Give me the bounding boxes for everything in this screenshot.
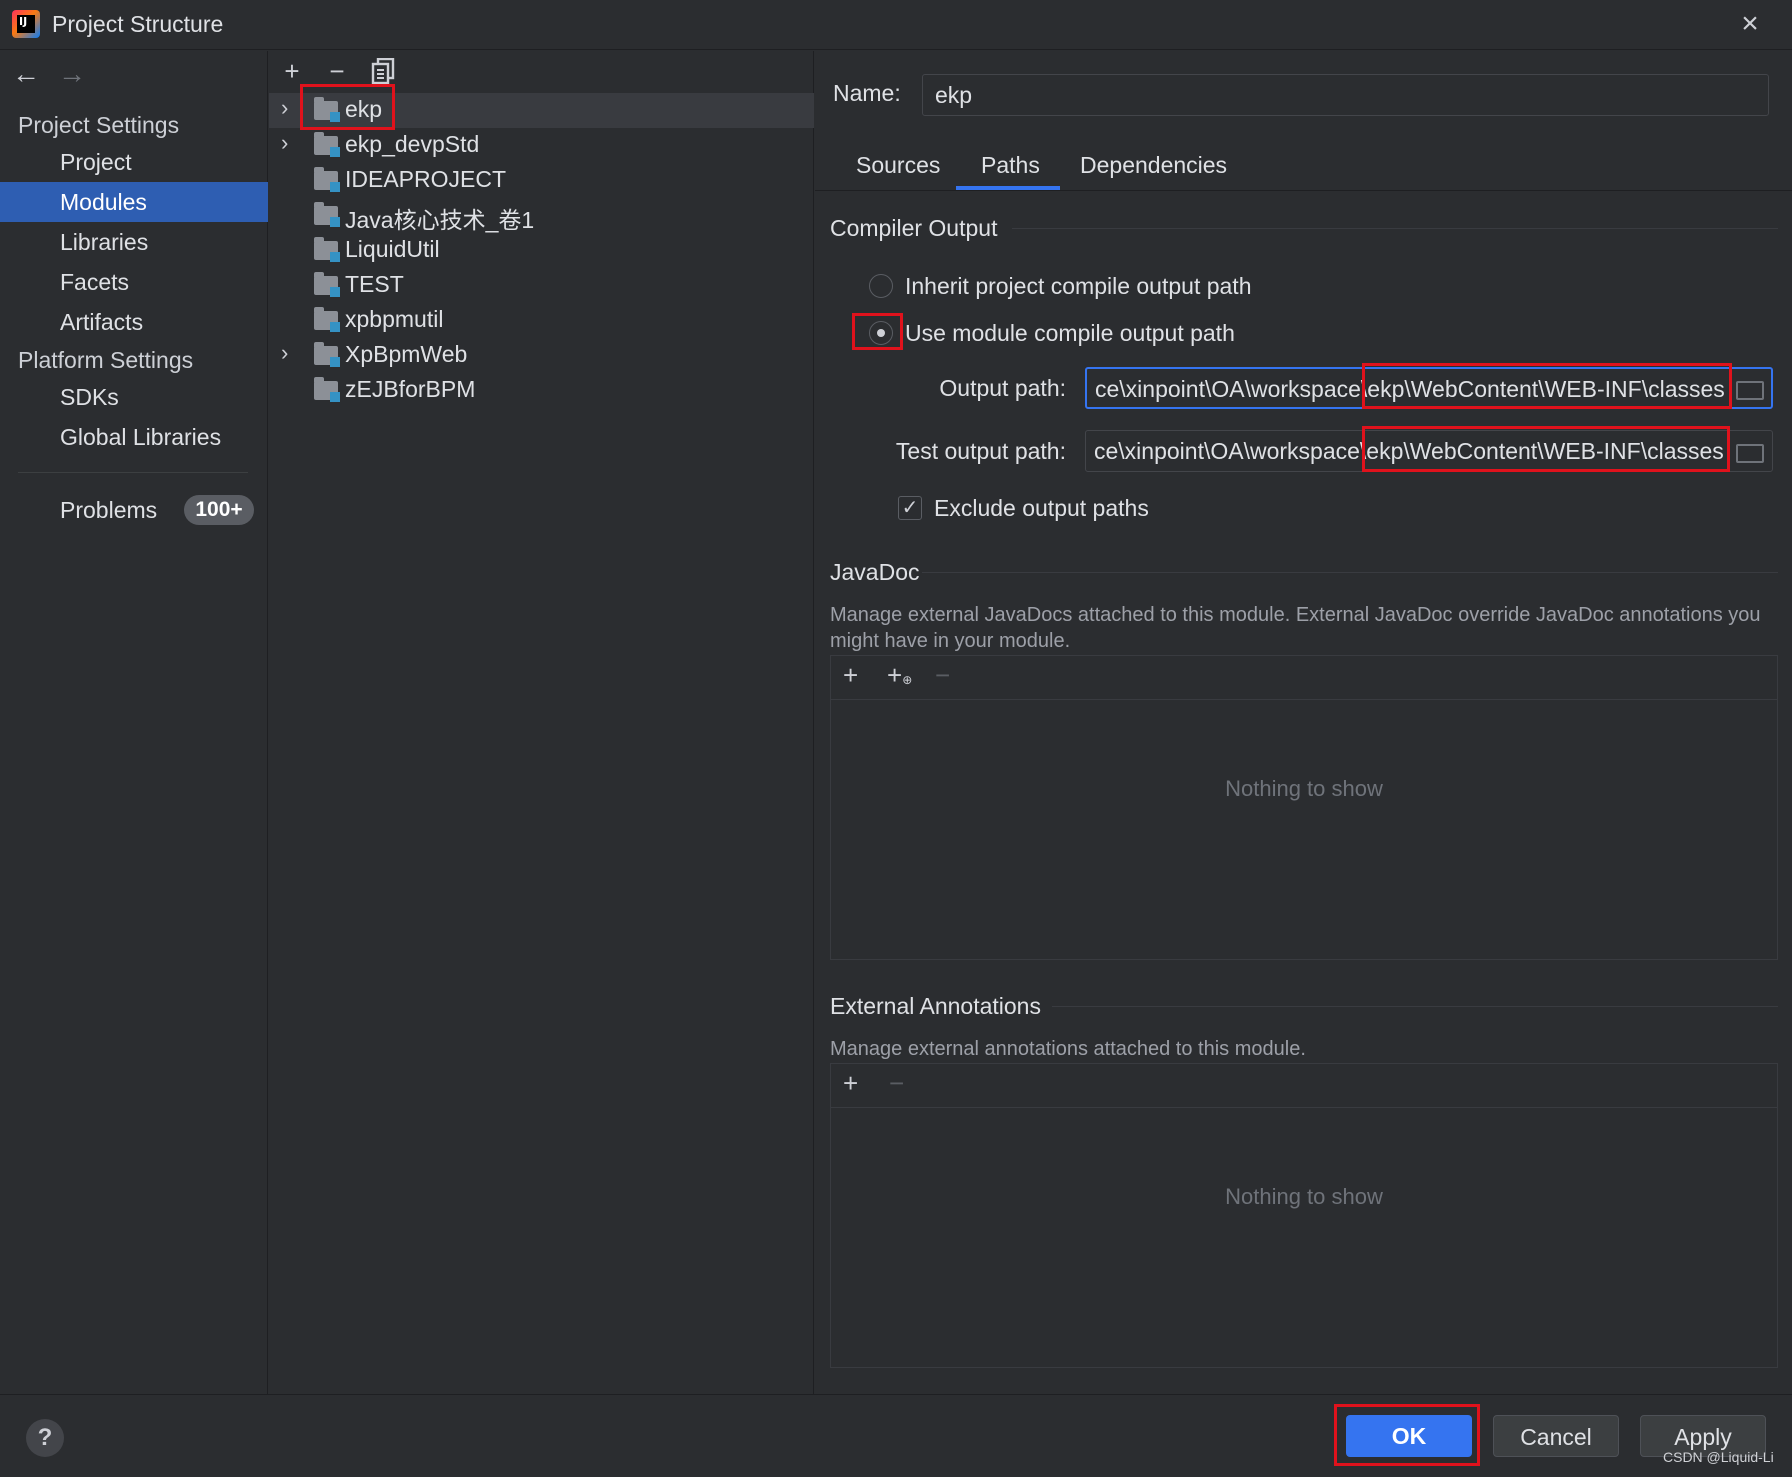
annotation-box-radio [852,313,903,350]
nav-item-project[interactable]: Project [0,142,268,182]
group-divider [1052,1006,1778,1007]
nav-item-libraries[interactable]: Libraries [0,222,268,262]
window-title: Project Structure [52,11,224,37]
javadoc-list: + +⊕ − Nothing to show [830,655,1778,960]
chevron-right-icon[interactable]: › [281,340,288,366]
tree-item-java-core[interactable]: Java核心技术_卷1 [269,198,814,233]
group-divider [922,572,1778,573]
project-settings-header: Project Settings [18,112,180,138]
close-icon[interactable]: × [1735,9,1765,40]
tree-item-label: TEST [345,271,404,297]
tab-sources[interactable]: Sources [856,152,940,179]
javadoc-toolbar: + +⊕ − [831,656,1777,700]
nav-item-global-libraries[interactable]: Global Libraries [0,417,268,457]
title-bar [0,0,1792,50]
module-folder-icon [314,202,340,227]
tree-item-xpbpmweb[interactable]: › XpBpmWeb [269,338,814,373]
module-folder-icon [314,342,340,367]
tree-item-label: xpbpmutil [345,306,444,332]
nav-item-sdks[interactable]: SDKs [0,377,268,417]
nav-divider [18,472,248,473]
external-annotations-list: + − Nothing to show [830,1063,1778,1368]
tree-item-zejbforbpm[interactable]: zEJBforBPM [269,373,814,408]
remove-icon[interactable]: − [889,1068,904,1099]
add-icon[interactable]: + [843,660,858,691]
module-name-input[interactable]: ekp [922,74,1769,116]
external-annotations-empty-text: Nothing to show [1225,1184,1383,1209]
watermark: CSDN @Liquid-Li [1663,1449,1774,1465]
add-icon[interactable]: + [843,1068,858,1099]
module-folder-icon [314,307,340,332]
tab-paths[interactable]: Paths [981,152,1040,179]
name-label: Name: [833,80,901,106]
inherit-output-radio[interactable] [869,274,893,298]
tree-item-xpbpmutil[interactable]: xpbpmutil [269,303,814,338]
tab-dependencies[interactable]: Dependencies [1080,152,1227,179]
tree-item-label: XpBpmWeb [345,341,468,367]
remove-icon[interactable]: − [322,56,352,87]
tree-item-test[interactable]: TEST [269,268,814,303]
output-path-label: Output path: [939,375,1066,401]
tree-item-label: Java核心技术_卷1 [345,207,535,233]
tab-divider [815,190,1792,191]
chevron-right-icon[interactable]: › [281,130,288,156]
external-annotations-toolbar: + − [831,1064,1777,1108]
tree-item-label: zEJBforBPM [345,376,476,402]
add-url-icon[interactable]: +⊕ [887,660,912,691]
tree-item-ekp-devpstd[interactable]: › ekp_devpStd [269,128,814,163]
arrow-left-icon[interactable]: ← [12,58,40,90]
use-module-output-label[interactable]: Use module compile output path [905,320,1235,347]
chevron-right-icon[interactable]: › [281,95,288,121]
javadoc-empty-text: Nothing to show [1225,776,1383,801]
cancel-button[interactable]: Cancel [1493,1415,1619,1457]
folder-browse-icon[interactable] [1728,369,1766,407]
intellij-idea-icon: IJ [12,10,40,38]
group-divider [1012,228,1778,229]
platform-settings-header: Platform Settings [18,347,194,373]
module-folder-icon [314,377,340,402]
annotation-box-ok [1334,1404,1480,1466]
arrow-right-icon[interactable]: → [58,58,86,90]
tree-item-label: IDEAPROJECT [345,166,507,192]
annotation-box-test-output-path [1362,426,1730,472]
tree-item-ideaproject[interactable]: IDEAPROJECT [269,163,814,198]
tree-item-liquidutil[interactable]: LiquidUtil [269,233,814,268]
module-folder-icon [314,272,340,297]
add-icon[interactable]: + [277,56,307,87]
annotation-box-output-path [1362,363,1732,409]
external-annotations-description: Manage external annotations attached to … [830,1038,1306,1060]
nav-item-artifacts[interactable]: Artifacts [0,302,268,342]
tree-item-label: ekp_devpStd [345,131,480,157]
exclude-output-paths-checkbox[interactable]: ✓ [898,496,922,520]
compiler-output-title: Compiler Output [830,215,998,241]
module-folder-icon [314,167,340,192]
external-annotations-title: External Annotations [830,993,1041,1019]
module-folder-icon [314,237,340,262]
nav-item-modules[interactable]: Modules [0,182,268,222]
exclude-output-paths-label[interactable]: Exclude output paths [934,495,1149,522]
module-folder-icon [314,132,340,157]
annotation-box-ekp [300,84,395,130]
tree-item-label: LiquidUtil [345,236,440,262]
javadoc-description: Manage external JavaDocs attached to thi… [830,604,1761,652]
test-output-path-label: Test output path: [895,438,1066,464]
problems-count-badge: 100+ [184,495,254,525]
nav-item-facets[interactable]: Facets [0,262,268,302]
javadoc-title: JavaDoc [830,559,920,585]
inherit-output-label[interactable]: Inherit project compile output path [905,273,1251,300]
remove-icon[interactable]: − [935,660,950,691]
folder-browse-icon[interactable] [1728,432,1766,470]
help-icon[interactable]: ? [26,1419,64,1457]
